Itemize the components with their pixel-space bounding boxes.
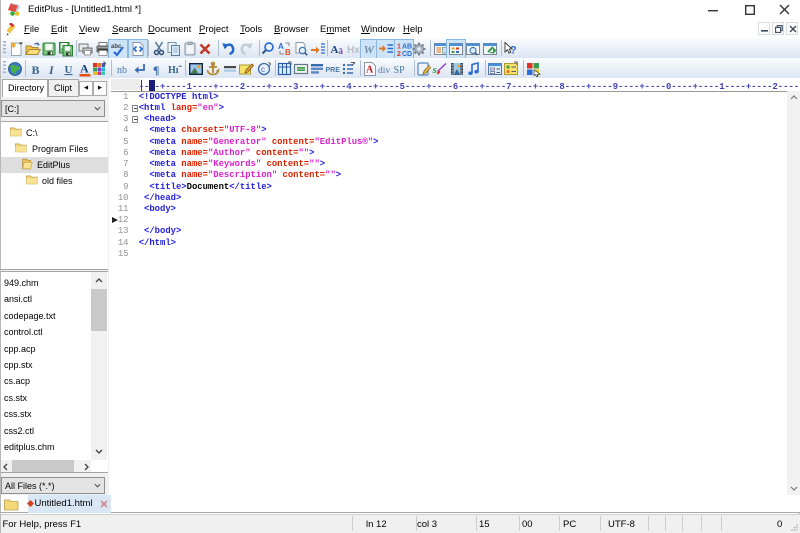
svg-text:1: 1	[397, 43, 401, 50]
svg-text:c: c	[261, 65, 265, 74]
svg-text:2: 2	[397, 51, 401, 57]
svg-text:A: A	[331, 44, 339, 56]
svg-text:?: ?	[510, 44, 517, 56]
svg-text:¶: ¶	[153, 63, 159, 77]
svg-text:PRE: PRE	[325, 67, 340, 74]
svg-text:SP: SP	[393, 65, 405, 76]
svg-text:div: div	[378, 66, 390, 76]
svg-text:Hı̃: Hı̃	[168, 65, 183, 76]
svg-text:I: I	[48, 63, 55, 77]
svg-text:nb: nb	[117, 65, 127, 76]
svg-text:A: A	[80, 61, 89, 75]
svg-text:W: W	[364, 42, 376, 56]
svg-text:A: A	[278, 42, 284, 51]
svg-text:s: s	[432, 64, 437, 76]
svg-text:Hx: Hx	[347, 45, 360, 56]
svg-text:ā: ā	[339, 46, 344, 56]
svg-text:U: U	[65, 64, 73, 76]
svg-text:B: B	[32, 63, 40, 77]
svg-text:A: A	[366, 64, 374, 75]
svg-text:B: B	[285, 48, 291, 57]
